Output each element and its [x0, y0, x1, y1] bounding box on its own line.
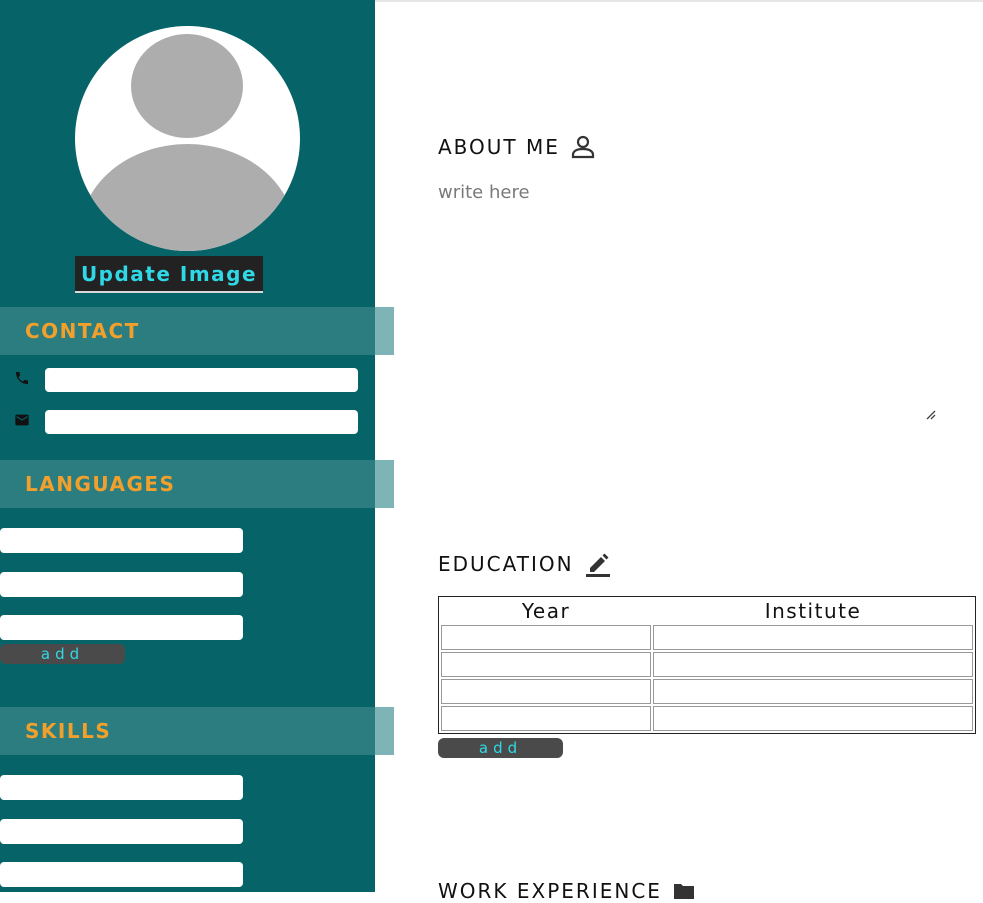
work-experience-heading: WORK EXPERIENCE [438, 879, 696, 903]
skills-header: SKILLS [0, 707, 394, 755]
institute-cell[interactable] [653, 625, 973, 650]
column-institute: Institute [764, 599, 862, 623]
phone-field[interactable] [45, 368, 358, 392]
column-year: Year [521, 599, 571, 623]
avatar-head [131, 34, 243, 138]
year-cell[interactable] [441, 625, 651, 650]
education-title: EDUCATION [438, 552, 574, 576]
add-language-button[interactable]: add [0, 644, 125, 664]
about-me-textarea[interactable]: write here [438, 182, 530, 203]
person-icon [571, 135, 595, 159]
skill-field[interactable] [0, 862, 243, 887]
table-row [441, 625, 973, 650]
pencil-icon [585, 553, 610, 577]
table-row [441, 679, 973, 704]
skill-field[interactable] [0, 819, 243, 844]
education-header-row: Year Institute [441, 599, 973, 623]
skills-title: SKILLS [25, 719, 112, 743]
languages-header: LANGUAGES [0, 460, 394, 508]
skill-field[interactable] [0, 775, 243, 800]
sidebar: Update Image CONTACT LANGUAGES add SKILL… [0, 0, 394, 892]
mail-icon [15, 414, 29, 426]
education-heading: EDUCATION [438, 550, 612, 578]
profile-avatar [75, 26, 300, 251]
about-me-heading: ABOUT ME [438, 134, 596, 160]
year-cell[interactable] [441, 652, 651, 677]
folder-icon [673, 884, 694, 899]
update-image-button[interactable]: Update Image [75, 256, 263, 293]
year-cell[interactable] [441, 679, 651, 704]
table-row [441, 652, 973, 677]
language-field[interactable] [0, 615, 243, 640]
language-field[interactable] [0, 572, 243, 597]
phone-icon [16, 372, 28, 384]
contact-title: CONTACT [25, 319, 140, 343]
institute-cell[interactable] [653, 652, 973, 677]
email-field[interactable] [45, 410, 358, 434]
add-education-button[interactable]: add [438, 738, 563, 758]
table-row [441, 706, 973, 731]
language-field[interactable] [0, 528, 243, 553]
institute-cell[interactable] [653, 679, 973, 704]
year-cell[interactable] [441, 706, 651, 731]
top-divider [375, 0, 983, 2]
education-table: Year Institute [438, 596, 976, 734]
contact-header: CONTACT [0, 307, 394, 355]
work-experience-title: WORK EXPERIENCE [438, 879, 662, 903]
about-me-title: ABOUT ME [438, 135, 560, 159]
avatar-body [80, 144, 295, 251]
resize-grip-icon[interactable] [924, 408, 936, 420]
languages-title: LANGUAGES [25, 472, 176, 496]
institute-cell[interactable] [653, 706, 973, 731]
